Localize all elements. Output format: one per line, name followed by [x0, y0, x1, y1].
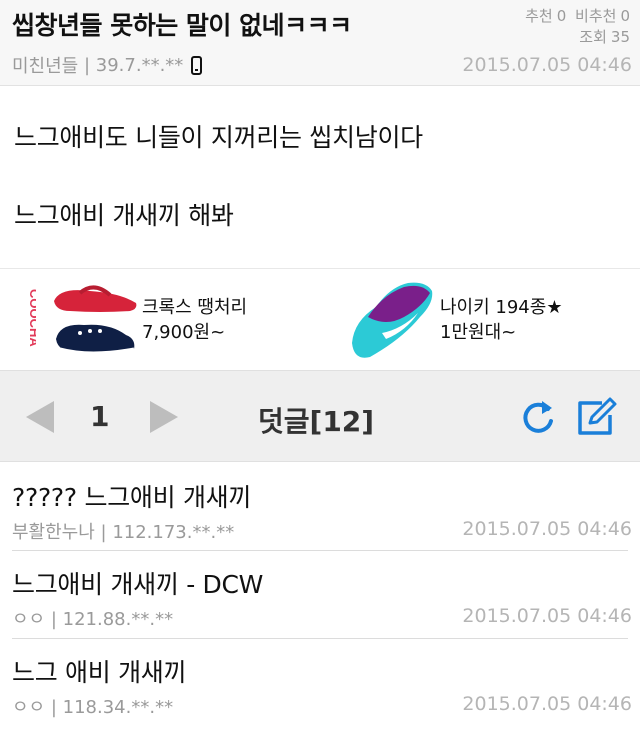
- views-label: 조회: [579, 28, 607, 46]
- comment-author[interactable]: 부활한누나: [12, 522, 95, 543]
- comment-author[interactable]: ㅇㅇ: [12, 609, 45, 630]
- comment-text: 느그애비 개새끼 - DCW: [12, 570, 264, 599]
- ad-item-price: 7,900원~: [142, 322, 226, 343]
- post-author-line: 미친년들 | 39.7.**.**: [12, 52, 203, 78]
- comment-text: ????? 느그애비 개새끼: [12, 483, 252, 512]
- comment-ip: 112.173.**.**: [112, 522, 235, 543]
- ad-item-name: 크록스 땡처리: [142, 297, 248, 318]
- comment-date: 2015.07.05 04:46: [462, 693, 632, 715]
- comment-text: 느그 애비 개새끼: [12, 658, 187, 687]
- recommend-label: 추천: [525, 7, 553, 25]
- comment-item: 느그 애비 개새끼 ㅇㅇ | 118.34.**.** 2015.07.05 0…: [0, 639, 640, 729]
- post-title: 씹창년들 못하는 말이 없네ㅋㅋㅋ: [12, 11, 352, 40]
- refresh-icon[interactable]: [518, 397, 558, 437]
- ad-item-price: 1만원대~: [440, 322, 517, 343]
- not-recommend-count: 0: [620, 7, 630, 25]
- post-date: 2015.07.05 04:46: [462, 54, 632, 76]
- ad-item-nike[interactable]: 나이키 194종★ 1만원대~: [440, 295, 562, 345]
- mobile-phone-icon: [191, 55, 203, 75]
- ad-item-crocs[interactable]: 크록스 땡처리 7,900원~: [142, 295, 247, 345]
- not-recommend-label: 비추천: [575, 7, 617, 25]
- comment-ip: 121.88.**.**: [62, 609, 174, 630]
- ad-banner[interactable]: COOCHA 크록스 땡처리 7,900원~ 나이키 194종★ 1만원대~: [0, 268, 640, 371]
- prev-arrow-icon[interactable]: [26, 401, 54, 433]
- comment-item: ????? 느그애비 개새끼 부활한누나 | 112.173.**.** 201…: [0, 464, 640, 554]
- comment-item: 느그애비 개새끼 - DCW ㅇㅇ | 121.88.**.** 2015.07…: [0, 551, 640, 641]
- write-icon[interactable]: [574, 395, 618, 439]
- nike-shoe-image[interactable]: [346, 277, 438, 367]
- coocha-logo: COOCHA: [27, 289, 36, 347]
- comment-author-line: ㅇㅇ | 118.34.**.**: [12, 697, 174, 718]
- comment-date: 2015.07.05 04:46: [462, 605, 632, 627]
- comments-count-label: 덧글[12]: [258, 405, 375, 438]
- post-ip: 39.7.**.**: [95, 54, 184, 76]
- ad-item-name: 나이키 194종★: [440, 297, 563, 318]
- comment-author-line: ㅇㅇ | 121.88.**.**: [12, 609, 174, 630]
- comment-author-line: 부활한누나 | 112.173.**.**: [12, 522, 235, 543]
- comment-pager-bar: 1 덧글[12]: [0, 370, 640, 462]
- post-author[interactable]: 미친년들: [12, 52, 78, 78]
- post-stats: 추천 0 비추천 0 조회 35: [521, 6, 630, 48]
- post-header: 씹창년들 못하는 말이 없네ㅋㅋㅋ 추천 0 비추천 0 조회 35 미친년들 | 3…: [0, 0, 640, 86]
- post-body-line: 느그애비 개새끼 해봐: [14, 201, 234, 230]
- coocha-logo-text: COOCHA: [27, 289, 36, 347]
- comment-author[interactable]: ㅇㅇ: [12, 697, 45, 718]
- recommend-count: 0: [556, 7, 567, 25]
- next-arrow-icon[interactable]: [150, 401, 178, 433]
- comment-ip: 118.34.**.**: [62, 697, 174, 718]
- separator: |: [78, 54, 96, 76]
- comment-date: 2015.07.05 04:46: [462, 518, 632, 540]
- views-count: 35: [610, 28, 630, 46]
- post-body-line: 느그애비도 니들이 지꺼리는 씹치남이다: [14, 123, 423, 152]
- crocs-sandal-image[interactable]: [50, 279, 140, 367]
- page-number: 1: [90, 400, 110, 433]
